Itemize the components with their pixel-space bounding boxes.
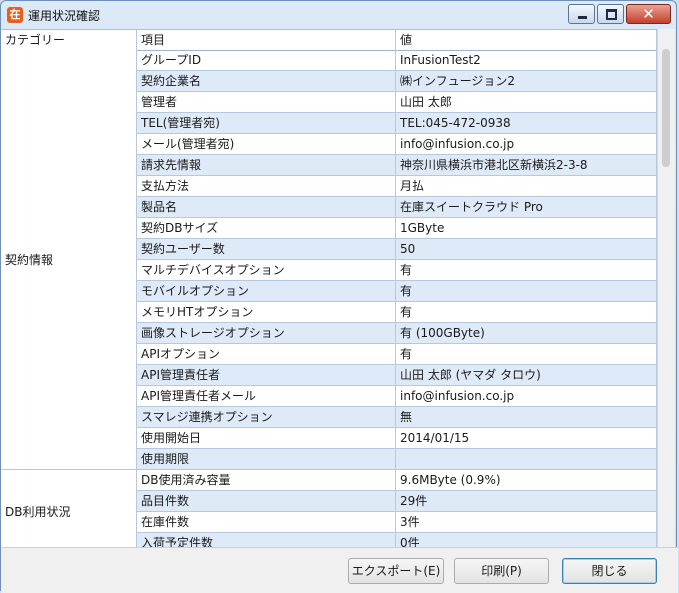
value-cell: 在庫スイートクラウド Pro	[396, 197, 657, 218]
item-cell: API管理責任者メール	[137, 386, 396, 407]
column-header-category[interactable]: カテゴリー	[1, 30, 137, 50]
value-cell: 無	[396, 407, 657, 428]
value-cell: 有	[396, 302, 657, 323]
column-header-item[interactable]: 項目	[137, 30, 396, 50]
item-cell: モバイルオプション	[137, 281, 396, 302]
value-cell: info@infusion.co.jp	[396, 134, 657, 155]
vertical-scrollbar[interactable]	[657, 29, 675, 547]
maximize-icon	[606, 9, 617, 20]
table-row[interactable]: TEL(管理者宛) TEL:045-472-0938	[137, 113, 657, 134]
table-row[interactable]: API管理責任者メール info@infusion.co.jp	[137, 386, 657, 407]
table-row[interactable]: マルチデバイスオプション有	[137, 260, 657, 281]
minimize-button[interactable]	[568, 4, 595, 24]
table-row[interactable]: メモリHTオプション有	[137, 302, 657, 323]
item-cell: 画像ストレージオプション	[137, 323, 396, 344]
table-row[interactable]: 入荷予定件数 0件	[137, 533, 657, 548]
close-icon: ✕	[642, 5, 655, 23]
item-cell: メモリHTオプション	[137, 302, 396, 323]
window-close-button[interactable]: ✕	[626, 4, 671, 24]
button-bar: エクスポート(E) 印刷(P) 閉じる	[1, 547, 678, 593]
table-row[interactable]: DB使用済み容量 9.6MByte (0.9%)	[137, 470, 657, 491]
value-cell: ㈱インフュージョン2	[396, 71, 657, 92]
item-cell: 契約ユーザー数	[137, 239, 396, 260]
item-cell: メール(管理者宛)	[137, 134, 396, 155]
item-cell: 使用期限	[137, 449, 396, 470]
value-cell: TEL:045-472-0938	[396, 113, 657, 134]
value-cell: 29件	[396, 491, 657, 512]
table-row[interactable]: 管理者 山田 太郎	[137, 92, 657, 113]
item-cell: スマレジ連携オプション	[137, 407, 396, 428]
export-button[interactable]: エクスポート(E)	[348, 558, 444, 584]
item-cell: 契約DBサイズ	[137, 218, 396, 239]
table-row[interactable]: 契約企業名 ㈱インフュージョン2	[137, 71, 657, 92]
table-row[interactable]: 品目件数 29件	[137, 491, 657, 512]
table-row[interactable]: APIオプション有	[137, 344, 657, 365]
value-cell: 0件	[396, 533, 657, 548]
item-cell: 管理者	[137, 92, 396, 113]
dialog-window: 在 運用状況確認 ✕ カテゴリー 項目 値 グループID InFusionTest…	[0, 0, 678, 593]
value-cell: 有	[396, 281, 657, 302]
item-cell: 品目件数	[137, 491, 396, 512]
value-cell: 月払	[396, 176, 657, 197]
print-button[interactable]: 印刷(P)	[454, 558, 549, 584]
table-row[interactable]: 使用開始日 2014/01/15	[137, 428, 657, 449]
value-cell: 山田 太郎	[396, 92, 657, 113]
maximize-button[interactable]	[597, 4, 624, 24]
value-cell	[396, 449, 657, 470]
table-row[interactable]: メール(管理者宛) info@infusion.co.jp	[137, 134, 657, 155]
item-cell: 使用開始日	[137, 428, 396, 449]
value-cell: info@infusion.co.jp	[396, 386, 657, 407]
table-row[interactable]: スマレジ連携オプション無	[137, 407, 657, 428]
table-header: カテゴリー 項目 値	[1, 30, 657, 51]
table-row[interactable]: API管理責任者 山田 太郎 (ヤマダ タロウ)	[137, 365, 657, 386]
value-cell: 9.6MByte (0.9%)	[396, 470, 657, 491]
category-cell: 契約情報	[1, 50, 137, 470]
column-header-value[interactable]: 値	[396, 30, 657, 50]
value-cell: 神奈川県横浜市港北区新横浜2-3-8	[396, 155, 657, 176]
value-cell: 3件	[396, 512, 657, 533]
item-cell: グループID	[137, 50, 396, 71]
value-cell: 1GByte	[396, 218, 657, 239]
app-icon: 在	[7, 7, 23, 23]
table-row[interactable]: 契約ユーザー数 50	[137, 239, 657, 260]
table-row[interactable]: 画像ストレージオプション有 (100GByte)	[137, 323, 657, 344]
item-cell: 入荷予定件数	[137, 533, 396, 548]
item-cell: DB使用済み容量	[137, 470, 396, 491]
item-cell: 請求先情報	[137, 155, 396, 176]
value-cell: 山田 太郎 (ヤマダ タロウ)	[396, 365, 657, 386]
table-row[interactable]: 支払方法 月払	[137, 176, 657, 197]
table-row[interactable]: 使用期限	[137, 449, 657, 470]
value-cell: 有 (100GByte)	[396, 323, 657, 344]
table-row[interactable]: 請求先情報 神奈川県横浜市港北区新横浜2-3-8	[137, 155, 657, 176]
item-cell: 製品名	[137, 197, 396, 218]
item-cell: 支払方法	[137, 176, 396, 197]
item-cell: TEL(管理者宛)	[137, 113, 396, 134]
item-cell: 在庫件数	[137, 512, 396, 533]
table-row[interactable]: 在庫件数 3件	[137, 512, 657, 533]
item-cell: API管理責任者	[137, 365, 396, 386]
value-cell: 有	[396, 344, 657, 365]
value-cell: InFusionTest2	[396, 50, 657, 71]
table-row[interactable]: 製品名 在庫スイートクラウド Pro	[137, 197, 657, 218]
close-button[interactable]: 閉じる	[562, 558, 657, 584]
item-cell: 契約企業名	[137, 71, 396, 92]
item-cell: マルチデバイスオプション	[137, 260, 396, 281]
value-cell: 50	[396, 239, 657, 260]
table-row[interactable]: グループID InFusionTest2	[137, 50, 657, 71]
status-table[interactable]: カテゴリー 項目 値 グループID InFusionTest2 契約企業名 ㈱インフュ…	[1, 29, 657, 548]
minimize-icon	[578, 16, 587, 19]
title-bar[interactable]: 在 運用状況確認 ✕	[1, 1, 676, 29]
window-title: 運用状況確認	[28, 9, 101, 23]
value-cell: 有	[396, 260, 657, 281]
category-cell: DB利用状況	[1, 470, 137, 548]
table-row[interactable]: モバイルオプション有	[137, 281, 657, 302]
table-row[interactable]: 契約DBサイズ 1GByte	[137, 218, 657, 239]
value-cell: 2014/01/15	[396, 428, 657, 449]
item-cell: APIオプション	[137, 344, 396, 365]
scrollbar-thumb[interactable]	[662, 49, 670, 167]
